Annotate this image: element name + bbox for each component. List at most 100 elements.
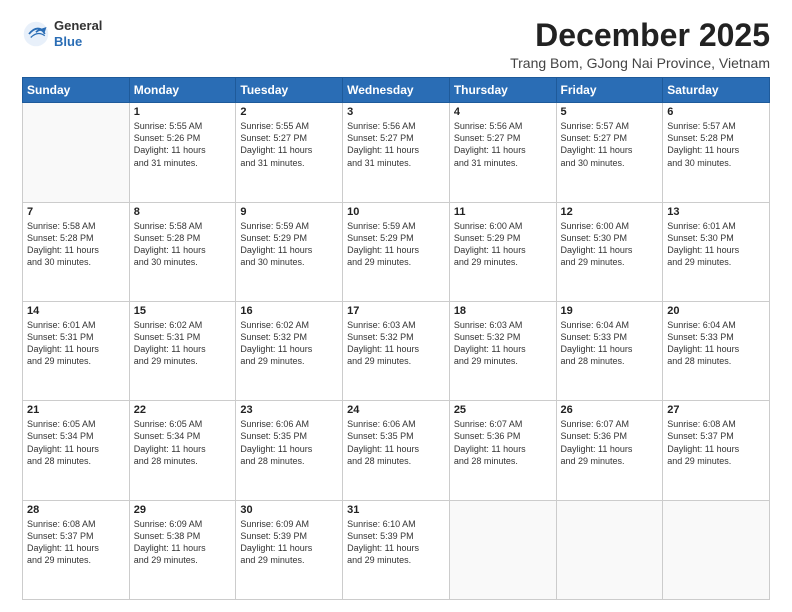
day-number: 4 bbox=[454, 106, 552, 118]
day-number: 19 bbox=[561, 305, 659, 317]
day-info: Sunrise: 6:00 AMSunset: 5:29 PMDaylight:… bbox=[454, 220, 552, 269]
day-info: Sunrise: 5:55 AMSunset: 5:27 PMDaylight:… bbox=[240, 120, 338, 169]
day-number: 5 bbox=[561, 106, 659, 118]
table-row: 5 Sunrise: 5:57 AMSunset: 5:27 PMDaylight… bbox=[556, 103, 663, 202]
table-row: 27Sunrise: 6:08 AMSunset: 5:37 PMDayligh… bbox=[663, 401, 770, 500]
day-number: 8 bbox=[134, 206, 232, 218]
table-row: 20Sunrise: 6:04 AMSunset: 5:33 PMDayligh… bbox=[663, 301, 770, 400]
table-row: 19Sunrise: 6:04 AMSunset: 5:33 PMDayligh… bbox=[556, 301, 663, 400]
day-info: Sunrise: 5:56 AMSunset: 5:27 PMDaylight:… bbox=[347, 120, 445, 169]
day-info: Sunrise: 6:05 AMSunset: 5:34 PMDaylight:… bbox=[134, 418, 232, 467]
header-monday: Monday bbox=[129, 78, 236, 103]
day-info: Sunrise: 5:57 AMSunset: 5:27 PMDaylight:… bbox=[561, 120, 659, 169]
table-row: 1Sunrise: 5:55 AMSunset: 5:26 PMDaylight… bbox=[129, 103, 236, 202]
day-number: 22 bbox=[134, 404, 232, 416]
table-row: 25Sunrise: 6:07 AMSunset: 5:36 PMDayligh… bbox=[449, 401, 556, 500]
day-info: Sunrise: 6:10 AMSunset: 5:39 PMDaylight:… bbox=[347, 518, 445, 567]
day-number: 16 bbox=[240, 305, 338, 317]
table-row: 26 Sunrise: 6:07 AMSunset: 5:36 PMDayligh… bbox=[556, 401, 663, 500]
day-number: 2 bbox=[240, 106, 338, 118]
day-number: 24 bbox=[347, 404, 445, 416]
table-row: 18Sunrise: 6:03 AMSunset: 5:32 PMDayligh… bbox=[449, 301, 556, 400]
day-info: Sunrise: 6:05 AMSunset: 5:34 PMDaylight:… bbox=[27, 418, 125, 467]
logo: General Blue bbox=[22, 18, 102, 49]
day-number: 23 bbox=[240, 404, 338, 416]
table-row: 4Sunrise: 5:56 AMSunset: 5:27 PMDaylight… bbox=[449, 103, 556, 202]
title-block: December 2025 Trang Bom, GJong Nai Provi… bbox=[510, 18, 770, 71]
header-friday: Friday bbox=[556, 78, 663, 103]
day-info: Sunrise: 6:01 AMSunset: 5:30 PMDaylight:… bbox=[667, 220, 765, 269]
day-number: 10 bbox=[347, 206, 445, 218]
page: General Blue December 2025 Trang Bom, GJ… bbox=[0, 0, 792, 612]
day-number: 30 bbox=[240, 504, 338, 516]
day-info: Sunrise: 5:55 AMSunset: 5:26 PMDaylight:… bbox=[134, 120, 232, 169]
table-row: 14 Sunrise: 6:01 AMSunset: 5:31 PMDayligh… bbox=[23, 301, 130, 400]
table-row: 9 Sunrise: 5:59 AMSunset: 5:29 PMDaylight… bbox=[236, 202, 343, 301]
day-info: Sunrise: 6:07 AMSunset: 5:36 PMDaylight:… bbox=[561, 418, 659, 467]
logo-icon bbox=[22, 20, 50, 48]
day-number: 6 bbox=[667, 106, 765, 118]
table-row: 13 Sunrise: 6:01 AMSunset: 5:30 PMDayligh… bbox=[663, 202, 770, 301]
day-info: Sunrise: 5:59 AMSunset: 5:29 PMDaylight:… bbox=[240, 220, 338, 269]
day-info: Sunrise: 6:09 AMSunset: 5:38 PMDaylight:… bbox=[134, 518, 232, 567]
day-number: 14 bbox=[27, 305, 125, 317]
logo-text: General Blue bbox=[54, 18, 102, 49]
header-wednesday: Wednesday bbox=[343, 78, 450, 103]
day-info: Sunrise: 6:06 AMSunset: 5:35 PMDaylight:… bbox=[240, 418, 338, 467]
day-info: Sunrise: 5:58 AMSunset: 5:28 PMDaylight:… bbox=[134, 220, 232, 269]
logo-general: General bbox=[54, 18, 102, 33]
table-row: 10 Sunrise: 5:59 AMSunset: 5:29 PMDayligh… bbox=[343, 202, 450, 301]
table-row: 24 Sunrise: 6:06 AMSunset: 5:35 PMDayligh… bbox=[343, 401, 450, 500]
table-row: 7 Sunrise: 5:58 AMSunset: 5:28 PMDaylight… bbox=[23, 202, 130, 301]
table-row: 2 Sunrise: 5:55 AMSunset: 5:27 PMDaylight… bbox=[236, 103, 343, 202]
day-info: Sunrise: 6:01 AMSunset: 5:31 PMDaylight:… bbox=[27, 319, 125, 368]
table-row: 8 Sunrise: 5:58 AMSunset: 5:28 PMDaylight… bbox=[129, 202, 236, 301]
day-number: 15 bbox=[134, 305, 232, 317]
day-number: 9 bbox=[240, 206, 338, 218]
logo-blue: Blue bbox=[54, 34, 82, 49]
day-number: 11 bbox=[454, 206, 552, 218]
table-row bbox=[663, 500, 770, 599]
header-sunday: Sunday bbox=[23, 78, 130, 103]
header: General Blue December 2025 Trang Bom, GJ… bbox=[22, 18, 770, 71]
calendar-week-row: 1Sunrise: 5:55 AMSunset: 5:26 PMDaylight… bbox=[23, 103, 770, 202]
day-info: Sunrise: 5:59 AMSunset: 5:29 PMDaylight:… bbox=[347, 220, 445, 269]
day-info: Sunrise: 6:02 AMSunset: 5:31 PMDaylight:… bbox=[134, 319, 232, 368]
day-info: Sunrise: 6:03 AMSunset: 5:32 PMDaylight:… bbox=[347, 319, 445, 368]
table-row bbox=[556, 500, 663, 599]
day-info: Sunrise: 6:08 AMSunset: 5:37 PMDaylight:… bbox=[667, 418, 765, 467]
day-number: 20 bbox=[667, 305, 765, 317]
day-number: 17 bbox=[347, 305, 445, 317]
calendar-table: Sunday Monday Tuesday Wednesday Thursday… bbox=[22, 77, 770, 600]
day-number: 3 bbox=[347, 106, 445, 118]
header-thursday: Thursday bbox=[449, 78, 556, 103]
table-row: 11 Sunrise: 6:00 AMSunset: 5:29 PMDayligh… bbox=[449, 202, 556, 301]
table-row: 12Sunrise: 6:00 AMSunset: 5:30 PMDayligh… bbox=[556, 202, 663, 301]
day-number: 7 bbox=[27, 206, 125, 218]
calendar-week-row: 28Sunrise: 6:08 AMSunset: 5:37 PMDayligh… bbox=[23, 500, 770, 599]
day-number: 31 bbox=[347, 504, 445, 516]
header-tuesday: Tuesday bbox=[236, 78, 343, 103]
day-info: Sunrise: 6:00 AMSunset: 5:30 PMDaylight:… bbox=[561, 220, 659, 269]
table-row: 3 Sunrise: 5:56 AMSunset: 5:27 PMDaylight… bbox=[343, 103, 450, 202]
day-info: Sunrise: 6:09 AMSunset: 5:39 PMDaylight:… bbox=[240, 518, 338, 567]
table-row: 22 Sunrise: 6:05 AMSunset: 5:34 PMDayligh… bbox=[129, 401, 236, 500]
table-row bbox=[449, 500, 556, 599]
header-saturday: Saturday bbox=[663, 78, 770, 103]
day-number: 13 bbox=[667, 206, 765, 218]
table-row: 6 Sunrise: 5:57 AMSunset: 5:28 PMDaylight… bbox=[663, 103, 770, 202]
table-row bbox=[23, 103, 130, 202]
day-number: 26 bbox=[561, 404, 659, 416]
table-row: 31 Sunrise: 6:10 AMSunset: 5:39 PMDayligh… bbox=[343, 500, 450, 599]
location-subtitle: Trang Bom, GJong Nai Province, Vietnam bbox=[510, 55, 770, 71]
calendar-week-row: 21Sunrise: 6:05 AMSunset: 5:34 PMDayligh… bbox=[23, 401, 770, 500]
table-row: 21Sunrise: 6:05 AMSunset: 5:34 PMDayligh… bbox=[23, 401, 130, 500]
table-row: 28Sunrise: 6:08 AMSunset: 5:37 PMDayligh… bbox=[23, 500, 130, 599]
day-info: Sunrise: 6:08 AMSunset: 5:37 PMDaylight:… bbox=[27, 518, 125, 567]
day-info: Sunrise: 6:02 AMSunset: 5:32 PMDaylight:… bbox=[240, 319, 338, 368]
table-row: 15 Sunrise: 6:02 AMSunset: 5:31 PMDayligh… bbox=[129, 301, 236, 400]
table-row: 23 Sunrise: 6:06 AMSunset: 5:35 PMDayligh… bbox=[236, 401, 343, 500]
day-info: Sunrise: 5:58 AMSunset: 5:28 PMDaylight:… bbox=[27, 220, 125, 269]
day-info: Sunrise: 5:57 AMSunset: 5:28 PMDaylight:… bbox=[667, 120, 765, 169]
day-info: Sunrise: 6:06 AMSunset: 5:35 PMDaylight:… bbox=[347, 418, 445, 467]
